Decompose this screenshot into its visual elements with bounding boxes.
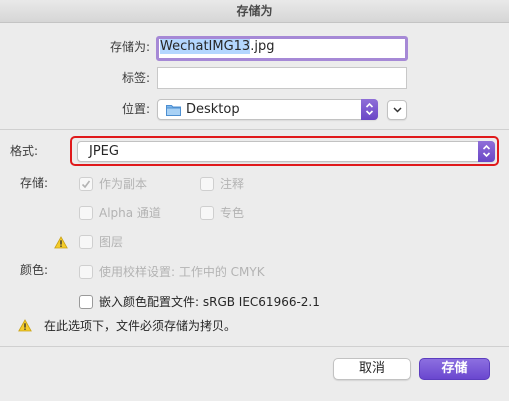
cancel-button[interactable]: 取消 (333, 358, 411, 380)
updown-chevron-icon (365, 102, 374, 116)
use-proof-setup-label: 使用校样设置: 工作中的 CMYK (99, 265, 265, 279)
location-popup-arrows (361, 99, 378, 120)
tags-input[interactable] (157, 67, 407, 89)
location-value: Desktop (186, 102, 240, 117)
updown-chevron-icon (482, 144, 491, 158)
spot-colors-box (200, 206, 214, 220)
warning-icon (18, 319, 32, 332)
section-divider (0, 129, 509, 130)
annotations-box (200, 177, 214, 191)
save-button[interactable]: 存储 (419, 358, 490, 380)
use-proof-setup-box (79, 265, 93, 279)
annotations-label: 注释 (220, 177, 245, 191)
as-copy-label: 作为副本 (99, 177, 148, 191)
layers-box (79, 235, 93, 249)
spot-colors-label: 专色 (220, 206, 245, 220)
format-value: JPEG (89, 144, 119, 159)
filename-selected-text: WechatIMG13 (160, 39, 251, 54)
warning-icon (54, 236, 68, 249)
save-as-label: 存储为: (109, 40, 150, 54)
storage-label: 存储: (20, 176, 49, 190)
window-title: 存储为 (0, 0, 509, 23)
embed-color-profile-box (79, 295, 93, 309)
as-copy-box (79, 177, 93, 191)
color-label: 颜色: (20, 263, 49, 277)
expand-dialog-button[interactable] (387, 100, 407, 120)
checkmark-icon (81, 180, 91, 189)
location-label: 位置: (121, 102, 150, 116)
embed-color-profile-label: 嵌入颜色配置文件: sRGB IEC61966-2.1 (99, 295, 320, 309)
folder-icon (166, 105, 181, 116)
location-popup[interactable]: Desktop (157, 99, 378, 120)
format-popup[interactable]: JPEG (77, 141, 495, 162)
layers-label: 图层 (99, 235, 124, 249)
alpha-channels-label: Alpha 通道 (99, 206, 161, 220)
chevron-down-icon (393, 107, 402, 113)
copy-warning-message: 在此选项下，文件必须存储为拷贝。 (44, 319, 237, 333)
tags-label: 标签: (121, 71, 150, 85)
alpha-channels-box (79, 206, 93, 220)
filename-input[interactable]: WechatIMG13.jpg (156, 36, 408, 61)
format-label: 格式: (10, 144, 39, 158)
footer-divider (0, 346, 509, 347)
filename-extension: .jpg (250, 39, 275, 54)
format-popup-arrows (478, 141, 495, 162)
